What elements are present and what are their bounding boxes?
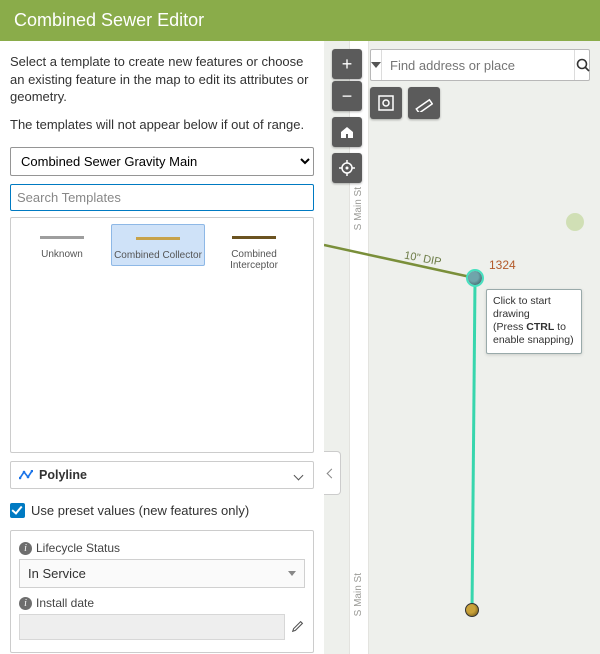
template-swatch bbox=[136, 237, 180, 240]
locate-control bbox=[332, 153, 362, 183]
edit-icon[interactable] bbox=[291, 619, 305, 636]
plus-icon: + bbox=[342, 54, 353, 75]
locate-icon bbox=[339, 160, 355, 176]
zoom-in-button[interactable]: + bbox=[332, 49, 362, 79]
tooltip-line1: Click to start drawing bbox=[493, 295, 551, 320]
template-search-input[interactable] bbox=[10, 184, 314, 211]
map-canvas[interactable]: S Main St S Main St 10" DIP 1324 Click t… bbox=[324, 41, 600, 654]
tooltip-ctrl: CTRL bbox=[526, 321, 554, 333]
chevron-down-icon bbox=[294, 470, 304, 480]
search-source-dropdown[interactable] bbox=[371, 50, 382, 80]
search-icon bbox=[575, 57, 591, 73]
template-unknown[interactable]: Unknown bbox=[15, 224, 109, 264]
template-combined-interceptor[interactable]: Combined Interceptor bbox=[207, 224, 301, 275]
install-date-label: Install date bbox=[36, 596, 94, 610]
preset-label: Use preset values (new features only) bbox=[31, 503, 249, 518]
locate-button[interactable] bbox=[332, 153, 362, 183]
dropdown-arrow-icon bbox=[371, 62, 381, 68]
layer-select[interactable]: Combined Sewer Gravity Main bbox=[10, 147, 314, 176]
intro-text: Select a template to create new features… bbox=[10, 53, 314, 106]
template-list: Unknown Combined Collector Combined Inte… bbox=[10, 217, 314, 453]
preset-values-checkbox[interactable]: Use preset values (new features only) bbox=[10, 503, 314, 518]
lifecycle-label-row: i Lifecycle Status bbox=[19, 541, 305, 555]
template-label: Combined Interceptor bbox=[230, 249, 278, 271]
template-swatch bbox=[40, 236, 84, 239]
chevron-left-icon bbox=[327, 468, 337, 478]
lifecycle-value: In Service bbox=[28, 566, 86, 581]
install-date-input[interactable] bbox=[19, 614, 285, 640]
main-layout: Select a template to create new features… bbox=[0, 41, 600, 654]
draw-tooltip: Click to start drawing (Press CTRL to en… bbox=[486, 289, 582, 354]
tooltip-line2a: (Press bbox=[493, 321, 526, 333]
preset-fields: i Lifecycle Status In Service i Install … bbox=[10, 530, 314, 653]
geometry-tool-select[interactable]: Polyline bbox=[10, 461, 314, 489]
panel-collapse-button[interactable] bbox=[324, 451, 341, 495]
app-header: Combined Sewer Editor bbox=[0, 0, 600, 41]
basemap-button[interactable] bbox=[370, 87, 402, 119]
editor-panel: Select a template to create new features… bbox=[0, 41, 324, 654]
lifecycle-label: Lifecycle Status bbox=[36, 541, 120, 555]
manhole-node[interactable] bbox=[468, 271, 482, 285]
info-icon[interactable]: i bbox=[19, 597, 32, 610]
map-search-bar bbox=[370, 49, 590, 81]
manhole-node[interactable] bbox=[465, 603, 479, 617]
geometry-label: Polyline bbox=[39, 468, 87, 482]
info-icon[interactable]: i bbox=[19, 542, 32, 555]
basemap-icon bbox=[377, 94, 395, 112]
home-control bbox=[332, 117, 362, 147]
template-label: Combined Collector bbox=[114, 250, 202, 261]
minus-icon: − bbox=[342, 86, 353, 107]
dropdown-arrow-icon bbox=[288, 571, 296, 576]
map-search-input[interactable] bbox=[382, 50, 574, 80]
install-date-label-row: i Install date bbox=[19, 596, 305, 610]
home-button[interactable] bbox=[332, 117, 362, 147]
ruler-icon bbox=[415, 94, 433, 112]
template-combined-collector[interactable]: Combined Collector bbox=[111, 224, 205, 266]
measure-button[interactable] bbox=[408, 87, 440, 119]
node-id-label: 1324 bbox=[489, 258, 516, 272]
template-swatch bbox=[232, 236, 276, 239]
checkbox-icon bbox=[10, 503, 25, 518]
zoom-out-button[interactable]: − bbox=[332, 81, 362, 111]
polyline-icon bbox=[19, 470, 33, 480]
map-tools bbox=[370, 87, 440, 119]
home-icon bbox=[339, 124, 355, 140]
range-note-text: The templates will not appear below if o… bbox=[10, 116, 314, 134]
lifecycle-select[interactable]: In Service bbox=[19, 559, 305, 588]
app-title: Combined Sewer Editor bbox=[14, 10, 204, 30]
search-button[interactable] bbox=[574, 50, 591, 80]
zoom-controls: + − bbox=[332, 49, 362, 111]
template-label: Unknown bbox=[41, 249, 83, 260]
